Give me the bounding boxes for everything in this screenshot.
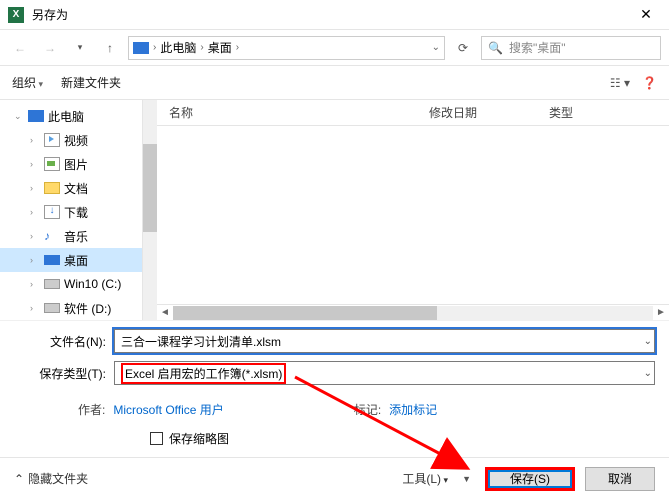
download-icon: ↓ xyxy=(44,205,60,219)
chevron-up-icon: ⌃ xyxy=(14,472,24,486)
savetype-value: Excel 启用宏的工作簿(*.xlsm) xyxy=(125,367,282,381)
refresh-button[interactable]: ⟳ xyxy=(451,41,475,55)
tree-desktop[interactable]: ›桌面 xyxy=(0,248,142,272)
path-desktop[interactable]: 桌面 xyxy=(208,39,232,56)
forward-button[interactable]: → xyxy=(38,36,62,60)
savetype-field[interactable]: Excel 启用宏的工作簿(*.xlsm) ⌄ xyxy=(114,361,655,385)
tree-pictures[interactable]: ›图片 xyxy=(0,152,142,176)
tags-label: 标记: xyxy=(354,401,381,418)
author-label: 作者: xyxy=(78,401,105,418)
music-icon: ♪ xyxy=(44,229,60,243)
chevron-right-icon: › xyxy=(200,42,203,53)
path-dropdown[interactable]: ⌄ xyxy=(432,42,440,53)
organize-menu[interactable]: 组织 xyxy=(12,74,43,91)
chevron-down-icon[interactable]: ⌄ xyxy=(644,336,652,347)
tree-scrollbar[interactable] xyxy=(143,100,157,320)
help-button[interactable]: ❓ xyxy=(642,76,657,90)
monitor-icon xyxy=(133,42,149,54)
disk-icon xyxy=(44,279,60,289)
thumbnail-checkbox[interactable] xyxy=(150,432,163,445)
recent-dropdown[interactable]: ▾ xyxy=(68,36,92,60)
desktop-icon xyxy=(44,255,60,265)
search-input[interactable]: 🔍 搜索"桌面" xyxy=(481,36,661,60)
up-button[interactable]: ↑ xyxy=(98,36,122,60)
column-modified[interactable]: 修改日期 xyxy=(429,104,549,121)
cancel-button[interactable]: 取消 xyxy=(585,467,655,491)
back-button[interactable]: ← xyxy=(8,36,32,60)
tree-video[interactable]: ›视频 xyxy=(0,128,142,152)
hide-folders-button[interactable]: ⌃ 隐藏文件夹 xyxy=(14,470,88,487)
chevron-right-icon: › xyxy=(236,42,239,53)
excel-icon: X xyxy=(8,7,24,23)
tree-downloads[interactable]: ›↓下载 xyxy=(0,200,142,224)
tools-menu[interactable]: 工具(L) xyxy=(402,470,448,487)
tree-documents[interactable]: ›文档 xyxy=(0,176,142,200)
search-icon: 🔍 xyxy=(488,41,503,55)
path-this-pc[interactable]: 此电脑 xyxy=(160,39,196,56)
filename-label: 文件名(N): xyxy=(14,333,114,350)
disk-icon xyxy=(44,303,60,313)
column-name[interactable]: 名称 xyxy=(169,104,429,121)
author-value[interactable]: Microsoft Office 用户 xyxy=(113,401,223,418)
address-bar[interactable]: › 此电脑 › 桌面 › ⌄ xyxy=(128,36,445,60)
horizontal-scrollbar[interactable]: ◄ ► xyxy=(157,304,669,320)
tree-this-pc[interactable]: ⌄此电脑 xyxy=(0,104,142,128)
view-options-button[interactable]: ☷ ▾ xyxy=(610,76,630,90)
column-headers[interactable]: 名称 修改日期 类型 xyxy=(157,100,669,126)
tree-win10[interactable]: ›Win10 (C:) xyxy=(0,272,142,296)
column-type[interactable]: 类型 xyxy=(549,104,669,121)
new-folder-button[interactable]: 新建文件夹 xyxy=(61,74,121,91)
pictures-icon xyxy=(44,157,60,171)
folder-icon xyxy=(44,182,60,194)
scroll-right-icon[interactable]: ► xyxy=(653,307,669,318)
chevron-down-icon[interactable]: ⌄ xyxy=(644,368,652,379)
tree-soft[interactable]: ›软件 (D:) xyxy=(0,296,142,320)
filename-value: 三合一课程学习计划清单.xlsm xyxy=(121,333,281,350)
tags-value[interactable]: 添加标记 xyxy=(389,401,437,418)
thumbnail-label: 保存缩略图 xyxy=(169,430,229,447)
search-placeholder: 搜索"桌面" xyxy=(509,39,566,56)
save-button[interactable]: 保存(S) xyxy=(485,467,575,491)
window-title: 另存为 xyxy=(32,6,631,23)
filename-field[interactable]: 三合一课程学习计划清单.xlsm ⌄ xyxy=(114,329,655,353)
close-icon[interactable]: ✕ xyxy=(631,6,661,23)
navigation-tree[interactable]: ⌄此电脑 ›视频 ›图片 ›文档 ›↓下载 ›♪音乐 ›桌面 ›Win10 (C… xyxy=(0,100,143,320)
video-icon xyxy=(44,133,60,147)
chevron-right-icon: › xyxy=(153,42,156,53)
file-list[interactable] xyxy=(157,126,669,304)
tree-music[interactable]: ›♪音乐 xyxy=(0,224,142,248)
monitor-icon xyxy=(28,110,44,122)
scroll-left-icon[interactable]: ◄ xyxy=(157,307,173,318)
savetype-label: 保存类型(T): xyxy=(14,365,114,382)
tools-dropdown[interactable]: ▼ xyxy=(458,474,475,484)
